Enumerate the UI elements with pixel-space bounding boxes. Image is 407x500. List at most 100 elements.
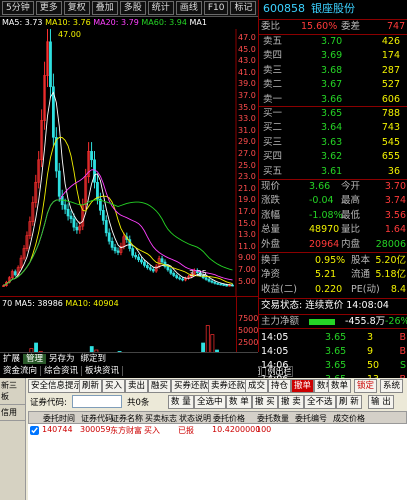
deselect-all-button[interactable]: 全不选 <box>304 395 336 409</box>
stat-value2: 1.64 <box>384 224 406 236</box>
candle <box>66 208 70 217</box>
refresh-button[interactable]: 刷 新 <box>336 395 362 409</box>
trade-btn-4[interactable]: 融买 <box>148 379 172 393</box>
toolbar-btn-2[interactable]: 复权 <box>63 1 90 15</box>
chart-tab-3[interactable]: 绑定到 <box>78 354 110 364</box>
col-header[interactable]: 委托编号 <box>295 413 327 423</box>
cell: 已报 <box>178 426 194 435</box>
toolbar-btn-8[interactable]: 标记 <box>230 1 257 15</box>
trade-toolbar: 安全信息提示 刷新 买入 卖出 融买 买券还款 卖券还款 成交 持仓 撤单 数单 数单 锁定 系统 <box>28 379 407 394</box>
export-button[interactable]: 输 出 <box>368 395 394 409</box>
trade-btn-0[interactable]: 安全信息提示 <box>28 379 86 393</box>
col-header[interactable]: 证券名称 <box>111 413 143 423</box>
toolbar-btn-5[interactable]: 统计 <box>147 1 174 15</box>
side-tab-neeq[interactable]: 新三板 <box>0 378 25 405</box>
price-tick: 9.00 <box>238 253 256 263</box>
col-header[interactable]: 委托价格 <box>213 413 245 423</box>
tick-volume: 9 <box>367 346 374 357</box>
candle <box>63 204 67 210</box>
ask-volume: 527 <box>381 79 400 91</box>
cell: 东方财富 <box>110 426 142 435</box>
ask-price: 3.67 <box>321 79 343 91</box>
quote-panel: 600858 银座股份 委比 15.60% 委差 747 卖五 3.70 426 卖四… <box>258 0 407 497</box>
tick-time: 14:05 <box>261 346 289 357</box>
trade-btn-1[interactable]: 刷新 <box>79 379 103 393</box>
right-tab-1[interactable]: 锁定 <box>354 379 378 393</box>
info-tab-0[interactable]: 资金流向 <box>0 366 42 376</box>
trade-btn-6[interactable]: 卖券还款 <box>208 379 249 393</box>
candle <box>178 277 182 280</box>
candle <box>145 265 149 268</box>
ask-row: 卖五 3.70 426 <box>259 35 407 49</box>
table-row[interactable]: 140744 300059 东方财富 买入 已报 10.4200000 100 <box>28 425 407 437</box>
cancel-buy-button[interactable]: 撤 买 <box>252 395 278 409</box>
row-checkbox[interactable] <box>30 426 39 435</box>
col-header[interactable]: 成交价格 <box>333 413 365 423</box>
tick-time: 14:06 <box>261 360 289 371</box>
chart-divider <box>0 296 258 297</box>
right-tab-0[interactable]: 数单 <box>328 379 352 393</box>
col-header[interactable]: 委托数量 <box>257 413 289 423</box>
kline-chart[interactable] <box>0 29 258 296</box>
candle <box>101 210 105 221</box>
col-header[interactable]: 买卖标志 <box>145 413 177 423</box>
toolbar-btn-6[interactable]: 画线 <box>175 1 202 15</box>
bid-price: 3.62 <box>321 151 343 163</box>
bid-volume: 655 <box>381 151 400 163</box>
trade-btn-9[interactable]: 撤单 <box>291 379 315 393</box>
tick-price: 3.65 <box>325 346 347 357</box>
col-header[interactable]: 委托时间 <box>43 413 75 423</box>
fund-value2: 5.18亿 <box>375 269 406 281</box>
candle <box>204 277 208 280</box>
toolbar-btn-7[interactable]: F10 <box>203 1 229 15</box>
toolbar-btn-1[interactable]: 更多 <box>35 1 62 15</box>
right-tab-2[interactable]: 系统 <box>380 379 404 393</box>
ask-price: 3.68 <box>321 64 343 76</box>
fund-label2: PE(动) <box>351 283 380 295</box>
trade-btn-8[interactable]: 持仓 <box>268 379 292 393</box>
stat-label: 涨跌 <box>261 195 281 207</box>
candle <box>181 278 185 281</box>
stat-row: 涨跌 -0.04 最高 3.74 <box>259 194 407 208</box>
trade-btn-5[interactable]: 买券还款 <box>171 379 212 393</box>
candle <box>210 280 214 283</box>
bid-volume: 36 <box>387 165 400 177</box>
peak-price-label: 47.00 <box>58 30 81 39</box>
side-tab-credit[interactable]: 信用 <box>0 405 25 421</box>
qty-button[interactable]: 数 量 <box>168 395 194 409</box>
toolbar-btn-3[interactable]: 叠加 <box>91 1 118 15</box>
col-header[interactable]: 状态说明 <box>179 413 211 423</box>
fund-value2: 8.4 <box>390 283 406 295</box>
code-label: 证券代码: <box>30 398 67 408</box>
chart-tab-2[interactable]: 另存为 <box>46 354 78 364</box>
tick-row: 14:05 3.65 9 B <box>259 345 407 359</box>
trade-btn-2[interactable]: 买入 <box>102 379 126 393</box>
toolbar-btn-4[interactable]: 多股 <box>119 1 146 15</box>
ask-row: 卖二 3.67 527 <box>259 78 407 92</box>
chart-tab-0[interactable]: 扩展 <box>0 354 23 364</box>
candle <box>75 226 79 231</box>
trade-btn-7[interactable]: 成交 <box>245 379 269 393</box>
stat-value: 3.66 <box>309 181 331 192</box>
orders-table: 140744 300059 东方财富 买入 已报 10.4200000 100 <box>28 424 407 500</box>
bid-label: 买五 <box>263 165 283 177</box>
bid-label: 买一 <box>263 108 283 119</box>
candle <box>116 250 120 253</box>
fund-row: 收益(二) 0.220 PE(动) 8.4 <box>259 283 407 297</box>
count-button[interactable]: 数 单 <box>226 395 252 409</box>
select-all-button[interactable]: 全选中 <box>194 395 226 409</box>
price-tick: 35.0 <box>238 102 256 112</box>
col-header[interactable]: 证券代码 <box>81 413 113 423</box>
chart-tab-1[interactable]: 管理 <box>23 354 47 364</box>
toolbar-btn-0[interactable]: 5分钟 <box>2 1 34 15</box>
info-tab-2[interactable]: 板块资讯 <box>82 366 124 376</box>
candle <box>148 267 152 270</box>
candle <box>113 247 117 252</box>
cancel-sell-button[interactable]: 撤 卖 <box>278 395 304 409</box>
info-tab-1[interactable]: 综合资讯 <box>41 366 83 376</box>
code-input[interactable] <box>72 395 122 408</box>
trade-btn-3[interactable]: 卖出 <box>125 379 149 393</box>
price-tick: 25.0 <box>238 160 256 170</box>
bid-row: 买三 3.63 545 <box>259 136 407 150</box>
netflow-value: -455.8万 <box>345 316 386 327</box>
